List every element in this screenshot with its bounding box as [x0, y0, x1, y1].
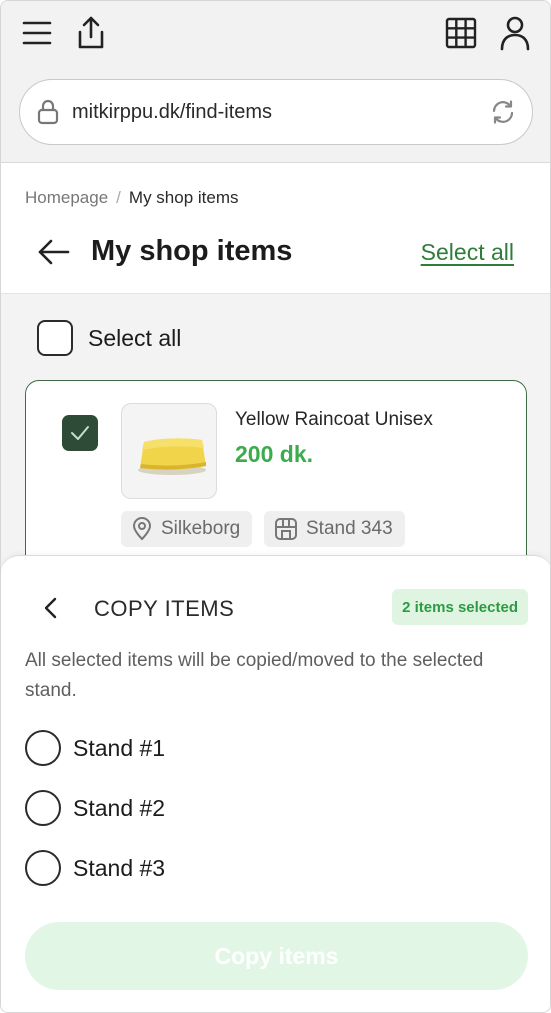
- phone-frame: mitkirppu.dk/find-items Homepage / My sh…: [0, 0, 551, 1013]
- select-all-row[interactable]: Select all: [37, 320, 181, 356]
- page-header: My shop items Select all: [1, 223, 550, 287]
- sheet-title: COPY ITEMS: [94, 596, 235, 621]
- sheet-description: All selected items will be copied/moved …: [25, 650, 484, 701]
- location-pin-icon: [131, 517, 153, 541]
- page-title: My shop items: [91, 235, 293, 267]
- browser-toolbar: mitkirppu.dk/find-items: [1, 1, 550, 163]
- user-icon[interactable]: [499, 15, 531, 51]
- selected-count-badge: 2 items selected: [392, 589, 528, 625]
- stand-text: Stand 343: [306, 518, 393, 539]
- refresh-icon[interactable]: [490, 99, 516, 125]
- stand-option-label: Stand #3: [73, 854, 166, 881]
- item-price: 200 dk.: [235, 441, 313, 467]
- radio-button[interactable]: [25, 790, 61, 826]
- item-name: Yellow Raincoat Unisex: [235, 409, 433, 430]
- check-icon: [71, 426, 89, 440]
- stand-option-label: Stand #2: [73, 794, 166, 821]
- address-bar[interactable]: mitkirppu.dk/find-items: [19, 79, 533, 145]
- radio-button[interactable]: [25, 730, 61, 766]
- select-all-link[interactable]: Select all: [421, 239, 514, 266]
- item-thumbnail: [121, 403, 217, 499]
- stand-tag: Stand 343: [264, 511, 405, 547]
- raincoat-image: [138, 438, 206, 475]
- breadcrumb: Homepage / My shop items: [25, 188, 239, 208]
- location-text: Silkeborg: [161, 518, 241, 539]
- stand-option-label: Stand #1: [73, 734, 166, 761]
- chevron-left-icon[interactable]: [41, 596, 61, 625]
- share-icon[interactable]: [75, 15, 107, 51]
- menu-icon[interactable]: [21, 17, 53, 49]
- select-all-checkbox[interactable]: [37, 320, 73, 356]
- stand-option-1[interactable]: Stand #1: [25, 730, 165, 766]
- breadcrumb-current: My shop items: [128, 188, 239, 207]
- breadcrumb-separator: /: [116, 188, 121, 207]
- stand-option-2[interactable]: Stand #2: [25, 790, 165, 826]
- back-arrow-icon[interactable]: [37, 237, 71, 272]
- copy-items-sheet: COPY ITEMS 2 items selected All selected…: [1, 555, 550, 1012]
- item-checkbox-checked[interactable]: [62, 415, 98, 451]
- stand-icon: [274, 517, 298, 541]
- breadcrumb-home-link[interactable]: Homepage: [25, 188, 108, 208]
- copy-items-button[interactable]: Copy items: [25, 922, 528, 990]
- stand-option-3[interactable]: Stand #3: [25, 850, 165, 886]
- select-all-label: Select all: [88, 324, 182, 351]
- radio-button[interactable]: [25, 850, 61, 886]
- url-text[interactable]: mitkirppu.dk/find-items: [72, 101, 490, 124]
- location-tag: Silkeborg: [121, 511, 253, 547]
- lock-icon: [36, 99, 60, 125]
- grid-icon[interactable]: [445, 17, 477, 49]
